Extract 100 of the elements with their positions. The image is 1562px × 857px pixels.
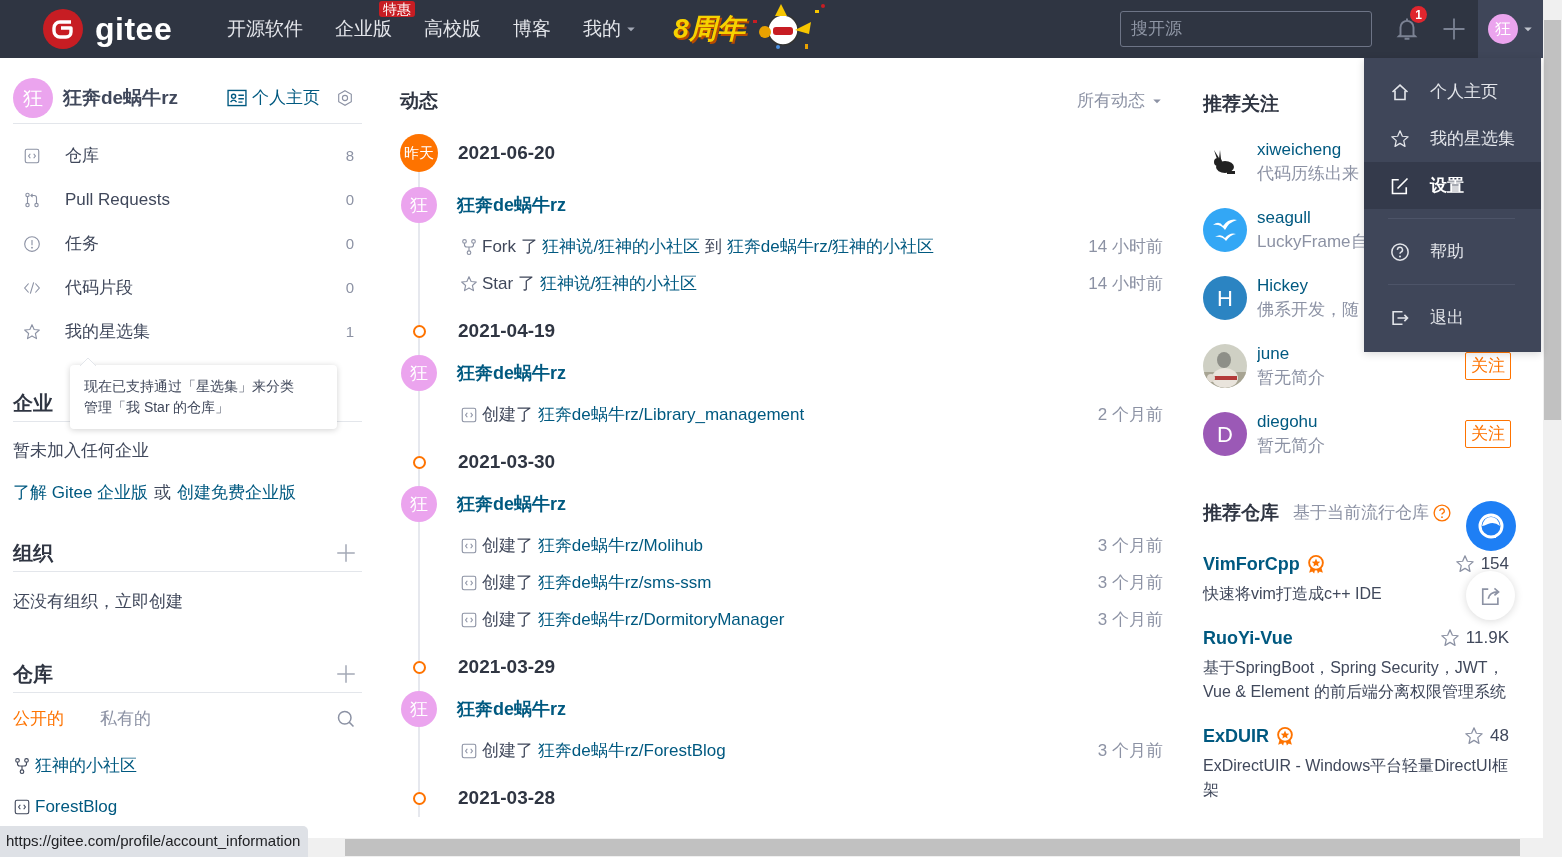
star-count: 48 <box>1490 725 1509 748</box>
search-icon[interactable] <box>336 709 356 729</box>
item-count: 8 <box>345 145 354 166</box>
repository-icon <box>23 147 41 165</box>
repo-link[interactable]: 狂神的小社区 <box>13 745 362 786</box>
menu-item[interactable]: 帮助 <box>1364 228 1541 275</box>
enterprise-link[interactable]: 了解 Gitee 企业版 <box>13 480 149 506</box>
menu-item[interactable]: 我的星选集 <box>1364 115 1541 162</box>
menu-item[interactable]: 退出 <box>1364 294 1541 341</box>
repo-link[interactable]: 狂奔de蜗牛rz/狂神的小社区 <box>726 236 935 256</box>
date-heading: 2021-03-30 <box>458 449 556 474</box>
star-icon[interactable] <box>1439 628 1460 648</box>
repo-link[interactable]: 狂奔de蜗牛rz/Molihub <box>537 535 704 555</box>
menu-item[interactable]: 设置 <box>1364 162 1541 209</box>
user-link[interactable]: june <box>1257 342 1325 366</box>
help-icon[interactable] <box>1433 504 1451 522</box>
repo-link[interactable]: 狂奔de蜗牛rz/DormitoryManager <box>537 609 785 629</box>
event-text: 创建了 狂奔de蜗牛rz/ForestBlog <box>482 739 726 762</box>
nav-link[interactable]: 博客 <box>497 17 568 41</box>
repo-link[interactable]: ExDUIR <box>1203 722 1269 750</box>
repo-link[interactable]: 狂奔de蜗牛rz/Library_management <box>537 404 805 424</box>
user-link[interactable]: Hickey <box>1257 274 1359 298</box>
vertical-scrollbar-thumb[interactable] <box>1544 20 1561 420</box>
horizontal-scrollbar-thumb[interactable] <box>345 839 1520 856</box>
sidebar-item[interactable]: 仓库 8 <box>13 134 362 178</box>
g-mark-icon <box>51 17 75 41</box>
logo-text[interactable]: gitee <box>95 5 173 53</box>
user-avatar: 狂 <box>1487 14 1518 44</box>
menu-item[interactable]: 个人主页 <box>1364 68 1541 115</box>
settings-icon[interactable] <box>336 89 354 107</box>
user-link[interactable]: 狂奔de蜗牛rz <box>457 359 566 387</box>
event-text: 创建了 狂奔de蜗牛rz/DormitoryManager <box>482 608 785 631</box>
star-count: 11.9K <box>1465 627 1509 650</box>
add-icon[interactable] <box>336 663 356 684</box>
user-link[interactable]: 狂奔de蜗牛rz <box>457 191 566 219</box>
repo-link[interactable]: ForestBlog <box>13 786 362 827</box>
help-icon <box>1390 241 1410 262</box>
user-link[interactable]: 狂奔de蜗牛rz <box>457 695 566 723</box>
repository-icon <box>460 536 478 555</box>
star-icon[interactable] <box>1454 554 1475 574</box>
timeline-dot <box>412 455 426 469</box>
user-bio: 佛系开发，随 <box>1257 299 1359 321</box>
user-name: 狂奔de蜗牛rz <box>63 85 179 110</box>
share-button[interactable] <box>1466 571 1515 620</box>
fork-icon <box>13 756 31 775</box>
event-time: 2 个月前 <box>1097 403 1163 426</box>
sidebar-item[interactable]: 代码片段 0 <box>13 266 362 310</box>
section-title: 推荐仓库 <box>1203 500 1279 525</box>
add-icon[interactable] <box>336 542 356 563</box>
repo-link[interactable]: VimForCpp <box>1203 550 1300 578</box>
item-count: 0 <box>345 233 354 254</box>
date-heading: 2021-03-28 <box>458 785 556 810</box>
user-bio: 暂无简介 <box>1257 367 1325 389</box>
item-count: 0 <box>345 277 354 298</box>
star-icon[interactable] <box>1464 726 1485 746</box>
repo-link[interactable]: 狂奔de蜗牛rz/sms-ssm <box>537 572 712 592</box>
timeline-dot <box>412 791 426 805</box>
section-title: 组织 <box>13 540 53 566</box>
notification-count: 1 <box>1410 6 1427 23</box>
repository-icon <box>460 741 478 760</box>
nav-link[interactable]: 我的 <box>567 17 654 41</box>
issue-icon <box>23 235 41 253</box>
user-link[interactable]: seagull <box>1257 206 1368 230</box>
repo-description: 基于SpringBoot，Spring Security，JWT，Vue & Element 的前后端分离权限管理系统 <box>1203 658 1507 702</box>
event-text: Fork 了 狂神说/狂神的小社区 到 狂奔de蜗牛rz/狂神的小社区 <box>482 235 935 258</box>
homepage-link[interactable]: 个人主页 <box>226 85 320 111</box>
tooltip-text: 现在已支持通过「星选集」来分类管理「我 Star 的仓库」 <box>84 377 295 417</box>
bird-avatar <box>1203 208 1247 252</box>
repository-icon <box>460 405 478 424</box>
repo-link[interactable]: 狂奔de蜗牛rz/ForestBlog <box>537 740 726 760</box>
event-text: 创建了 狂奔de蜗牛rz/Molihub <box>482 534 704 557</box>
sidebar-item[interactable]: 我的星选集 1 <box>13 310 362 354</box>
plus-icon[interactable] <box>1442 17 1466 41</box>
status-url: https://gitee.com/profile/account_information <box>0 825 309 857</box>
sidebar-item[interactable]: Pull Requests 0 <box>13 178 362 222</box>
repo-link[interactable]: 狂神说/狂神的小社区 <box>542 236 701 256</box>
user-link[interactable]: xiweicheng <box>1257 138 1359 162</box>
nav-link[interactable]: 企业版 <box>319 17 409 41</box>
timeline-dot <box>412 660 426 674</box>
event-time: 3 个月前 <box>1097 608 1163 631</box>
item-count: 0 <box>345 189 354 210</box>
logo-icon[interactable] <box>43 9 83 49</box>
event-text: 创建了 狂奔de蜗牛rz/sms-ssm <box>482 571 712 594</box>
user-avatar: 狂 <box>13 78 53 118</box>
user-link[interactable]: diegohu <box>1257 410 1325 434</box>
event-time: 3 个月前 <box>1097 534 1163 557</box>
repo-link[interactable]: 狂神说/狂神的小社区 <box>539 273 698 293</box>
user-avatar: 狂 <box>401 187 437 223</box>
user-link[interactable]: 狂奔de蜗牛rz <box>457 490 566 518</box>
home-icon <box>1390 81 1410 102</box>
sidebar-item[interactable]: 任务 0 <box>13 222 362 266</box>
empty-text: 还没有组织，立即创建 <box>13 591 183 614</box>
user-avatar: H <box>1203 276 1247 320</box>
enterprise-link[interactable]: 创建免费企业版 <box>177 480 297 506</box>
nav-link[interactable]: 高校版 <box>408 17 498 41</box>
item-count: 1 <box>345 321 354 342</box>
repo-link[interactable]: RuoYi-Vue <box>1203 624 1293 652</box>
search-field[interactable]: 搜开源 <box>1120 11 1372 47</box>
support-button[interactable] <box>1466 501 1516 551</box>
nav-link[interactable]: 开源软件 <box>211 17 320 41</box>
